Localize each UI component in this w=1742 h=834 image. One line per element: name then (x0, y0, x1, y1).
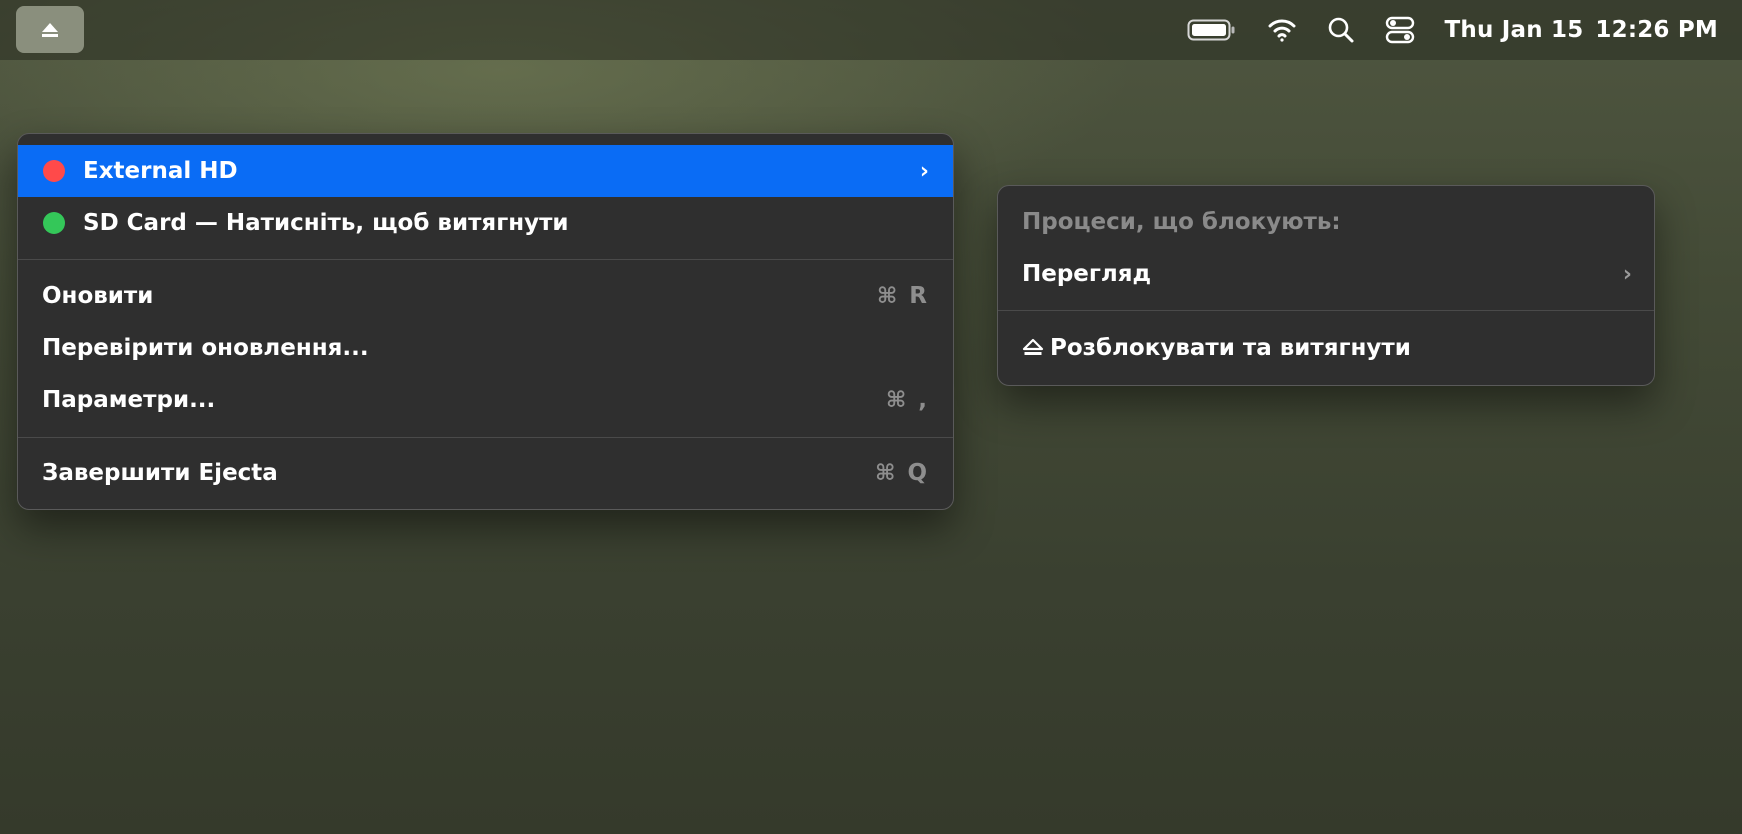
keyboard-shortcut: ⌘ , (886, 387, 927, 413)
clock-time: 12:26 PM (1595, 17, 1718, 43)
menu-separator (18, 437, 953, 438)
menu-item-label: Параметри... (42, 387, 216, 413)
battery-icon[interactable] (1187, 17, 1237, 43)
shortcut-key: , (918, 387, 927, 413)
menu-item-refresh[interactable]: Оновити ⌘ R (18, 270, 953, 322)
menu-item-label: Завершити Ejecta (42, 460, 278, 486)
drive-label: External HD (83, 158, 238, 184)
status-area: Thu Jan 15 12:26 PM (1187, 0, 1742, 60)
submenu-item-label: Розблокувати та витягнути (1050, 335, 1411, 361)
menu-bar-clock[interactable]: Thu Jan 15 12:26 PM (1445, 17, 1719, 43)
search-icon[interactable] (1327, 16, 1355, 44)
ejecta-dropdown-menu: External HD › SD Card — Натисніть, щоб в… (17, 133, 954, 510)
external-hd-submenu: Процеси, що блокують: Перегляд › Розблок… (997, 185, 1655, 386)
control-center-icon[interactable] (1385, 16, 1415, 44)
chevron-right-icon: › (919, 158, 929, 184)
keyboard-shortcut: ⌘ Q (875, 460, 927, 486)
shortcut-key: Q (907, 460, 927, 486)
menu-bar: Thu Jan 15 12:26 PM (0, 0, 1742, 60)
keyboard-shortcut: ⌘ R (877, 283, 927, 309)
eject-menu-extra-button[interactable] (16, 6, 84, 53)
submenu-item-label: Перегляд (1022, 261, 1152, 287)
submenu-separator (998, 310, 1654, 311)
command-key-icon: ⌘ (876, 283, 898, 309)
menu-item-preferences[interactable]: Параметри... ⌘ , (18, 374, 953, 426)
submenu-header: Процеси, що блокують: (1022, 209, 1341, 235)
menu-item-label: Оновити (42, 283, 154, 309)
command-key-icon: ⌘ (885, 387, 907, 413)
eject-icon (1022, 338, 1044, 358)
submenu-item-unlock-eject[interactable]: Розблокувати та витягнути (998, 324, 1654, 372)
menu-item-quit[interactable]: Завершити Ejecta ⌘ Q (18, 447, 953, 499)
menu-item-external-hd[interactable]: External HD › (18, 145, 953, 197)
menu-item-label: Перевірити оновлення... (42, 335, 369, 361)
menu-item-sd-card[interactable]: SD Card — Натисніть, щоб витягнути (18, 197, 953, 249)
shortcut-key: R (909, 283, 927, 309)
drive-status-dot-green (43, 212, 65, 234)
drive-label: SD Card — Натисніть, щоб витягнути (83, 210, 569, 236)
chevron-right-icon: › (1622, 261, 1632, 287)
eject-icon (40, 21, 60, 39)
command-key-icon: ⌘ (875, 460, 896, 486)
menu-separator (18, 259, 953, 260)
menu-item-check-updates[interactable]: Перевірити оновлення... (18, 322, 953, 374)
clock-date: Thu Jan 15 (1444, 17, 1584, 43)
wifi-icon[interactable] (1267, 17, 1297, 43)
drive-status-dot-red (43, 160, 65, 182)
submenu-item-view[interactable]: Перегляд › (998, 250, 1654, 298)
